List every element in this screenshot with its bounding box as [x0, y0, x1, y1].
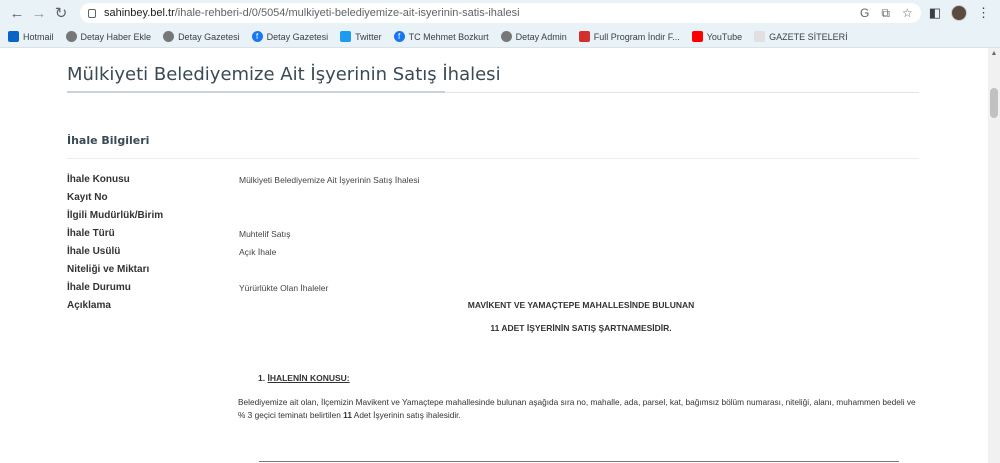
paragraph-end: Adet İşyerinin satış ihalesidir.	[351, 410, 461, 420]
info-label: İhale Durumu	[67, 282, 131, 293]
bookmark-label: YouTube	[706, 31, 743, 42]
url-host: sahinbey.bel.tr	[104, 7, 175, 19]
address-toolbar: ← → ↻ sahinbey.bel.tr/ihale-rehberi-d/0/…	[0, 0, 1000, 26]
info-value: Yürürlükte Olan İhaleler	[239, 283, 329, 293]
bookmark-item[interactable]: Detay Haber Ekle	[65, 31, 152, 42]
facebook-icon: f	[251, 31, 263, 42]
info-row: İlgili Mudürlük/Birim	[67, 210, 927, 228]
item-title: İHALENİN KONUSU:	[267, 373, 350, 383]
bookmark-label: Full Program İndir F...	[593, 31, 680, 42]
globe-icon	[500, 31, 512, 42]
description-heading-1: MAVİKENT VE YAMAÇTEPE MAHALLESİNDE BULUN…	[467, 300, 695, 310]
item-number: 1.	[258, 373, 266, 383]
info-row: Niteliği ve Miktarı	[67, 264, 927, 282]
info-row: İhale Usülü Açık İhale	[67, 246, 927, 264]
address-bar[interactable]: sahinbey.bel.tr/ihale-rehberi-d/0/5054/m…	[80, 3, 921, 23]
youtube-icon	[691, 31, 703, 42]
info-label: Kayıt No	[67, 192, 108, 203]
bookmarks-bar: Hotmail Detay Haber Ekle Detay Gazetesi f De…	[0, 26, 1000, 48]
info-value: Açık İhale	[239, 247, 277, 257]
profile-avatar[interactable]	[951, 5, 967, 21]
bookmark-item[interactable]: GAZETE SİTELERİ	[754, 31, 848, 42]
globe-icon	[65, 31, 77, 42]
reload-icon[interactable]: ↻	[50, 2, 72, 24]
side-panel-icon[interactable]: ◧	[929, 5, 941, 21]
table-top-border	[259, 461, 899, 462]
bookmark-item[interactable]: YouTube	[691, 31, 743, 42]
bookmark-label: Hotmail	[23, 31, 54, 42]
bookmark-label: Detay Gazetesi	[178, 31, 240, 42]
scroll-up-icon[interactable]: ▲	[988, 48, 1000, 60]
info-label: İhale Türü	[67, 228, 115, 239]
bookmark-star-icon[interactable]: ☆	[902, 6, 913, 20]
bookmark-label: Detay Gazetesi	[266, 31, 329, 42]
bookmark-item[interactable]: f Detay Gazetesi	[251, 31, 329, 42]
info-label: İhale Konusu	[67, 174, 130, 185]
bookmark-label: TC Mehmet Bozkurt	[408, 31, 489, 42]
forward-icon[interactable]: →	[28, 2, 50, 24]
paragraph-start: Belediyemize ait olan, İlçemizin Maviken…	[238, 397, 916, 420]
description-paragraph: Belediyemize ait olan, İlçemizin Maviken…	[238, 396, 924, 422]
outlook-icon	[8, 31, 19, 42]
info-row: İhale Konusu Mülkiyeti Belediyemize Ait İ…	[67, 174, 927, 192]
bookmark-item[interactable]: Detay Gazetesi	[163, 31, 240, 42]
globe-icon	[163, 31, 175, 42]
info-row: İhale Türü Muhtelif Satış	[67, 228, 927, 246]
tender-info-table: İhale Konusu Mülkiyeti Belediyemize Ait İ…	[67, 174, 927, 318]
bookmark-label: Detay Admin	[515, 31, 567, 42]
info-label: İlgili Mudürlük/Birim	[67, 210, 164, 221]
section-divider	[67, 158, 919, 159]
page-content: Mülkiyeti Belediyemize Ait İşyerinin Sat…	[0, 48, 988, 463]
facebook-icon: f	[393, 31, 405, 42]
description-heading-2: 11 ADET İŞYERİNİN SATIŞ ŞARTNAMESİDİR.	[490, 323, 672, 333]
back-icon[interactable]: ←	[6, 2, 28, 24]
twitter-icon	[340, 31, 352, 42]
info-label: Açıklama	[67, 300, 111, 311]
share-icon[interactable]: ⧉	[881, 6, 890, 21]
menu-icon[interactable]: ⋮	[977, 5, 990, 21]
browser-window: ← → ↻ sahinbey.bel.tr/ihale-rehberi-d/0/…	[0, 0, 1000, 463]
info-label: İhale Usülü	[67, 246, 121, 257]
description-block: MAVİKENT VE YAMAÇTEPE MAHALLESİNDE BULUN…	[238, 300, 924, 422]
description-item: 1. İHALENİN KONUSU:	[258, 373, 924, 383]
google-lens-icon[interactable]: G	[860, 6, 869, 20]
bookmark-label: Detay Haber Ekle	[80, 31, 152, 42]
bookmark-item[interactable]: Twitter	[340, 31, 382, 42]
info-label: Niteliği ve Miktarı	[67, 264, 150, 275]
section-title: İhale Bilgileri	[67, 134, 150, 147]
info-row: İhale Durumu Yürürlükte Olan İhaleler	[67, 282, 927, 300]
info-row: Kayıt No	[67, 192, 927, 210]
bookmark-item[interactable]: Detay Admin	[500, 31, 567, 42]
lock-icon[interactable]	[88, 8, 96, 18]
info-value: Muhtelif Satış	[239, 229, 291, 239]
program-icon	[578, 31, 590, 42]
bookmark-label: GAZETE SİTELERİ	[769, 31, 848, 42]
info-value: Mülkiyeti Belediyemize Ait İşyerinin Sat…	[239, 175, 420, 185]
url-path: /ihale-rehberi-d/0/5054/mulkiyeti-beledi…	[174, 7, 520, 19]
vertical-scrollbar[interactable]: ▲	[988, 48, 1000, 463]
scroll-thumb[interactable]	[990, 88, 998, 118]
bookmark-item[interactable]: Hotmail	[8, 31, 54, 42]
bookmark-item[interactable]: Full Program İndir F...	[578, 31, 680, 42]
folder-icon	[754, 31, 766, 42]
page-title: Mülkiyeti Belediyemize Ait İşyerinin Sat…	[67, 64, 501, 85]
bookmark-item[interactable]: f TC Mehmet Bozkurt	[393, 31, 489, 42]
bookmark-label: Twitter	[355, 31, 382, 42]
title-underline	[67, 91, 445, 93]
paragraph-bold: 11	[343, 410, 352, 420]
